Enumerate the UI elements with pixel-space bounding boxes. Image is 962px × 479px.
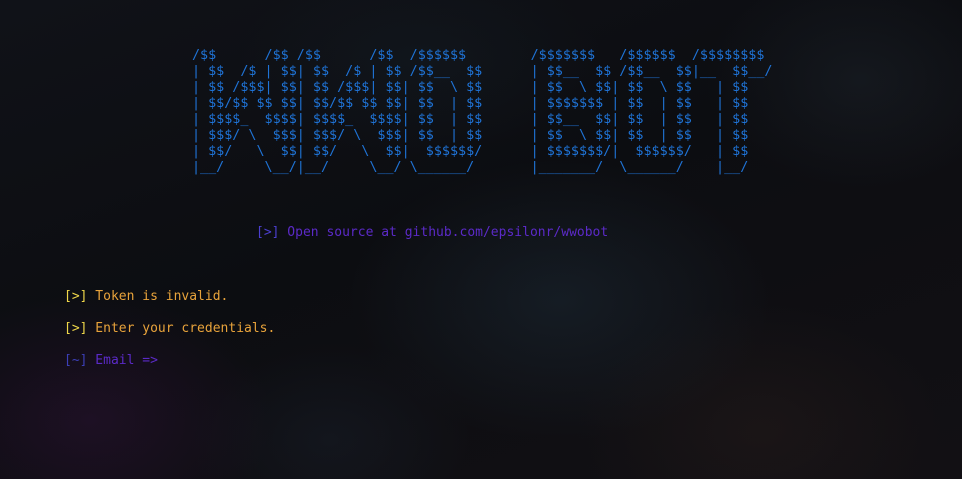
email-prompt-prefix: [~] (64, 353, 88, 368)
message-prefix: [>] (64, 321, 88, 336)
message-token-invalid: [>] Token is invalid. (64, 289, 228, 305)
source-line: [>] Open source at github.com/epsilonr/w… (256, 225, 608, 241)
email-prompt-label: Email => (87, 353, 158, 368)
email-prompt[interactable]: [~] Email => (64, 353, 458, 369)
message-text: Enter your credentials. (87, 321, 276, 336)
message-text: Token is invalid. (87, 289, 229, 304)
email-input-area[interactable] (158, 353, 458, 369)
source-line-text: Open source at github.com/epsilonr/wwobo… (279, 225, 609, 240)
message-enter-credentials: [>] Enter your credentials. (64, 321, 275, 337)
message-prefix: [>] (64, 289, 88, 304)
source-line-prefix: [>] (256, 225, 280, 240)
ascii-banner: /$$ /$$ /$$ /$$ /$$$$$$ /$$$$$$$ /$$$$$$… (192, 48, 773, 175)
